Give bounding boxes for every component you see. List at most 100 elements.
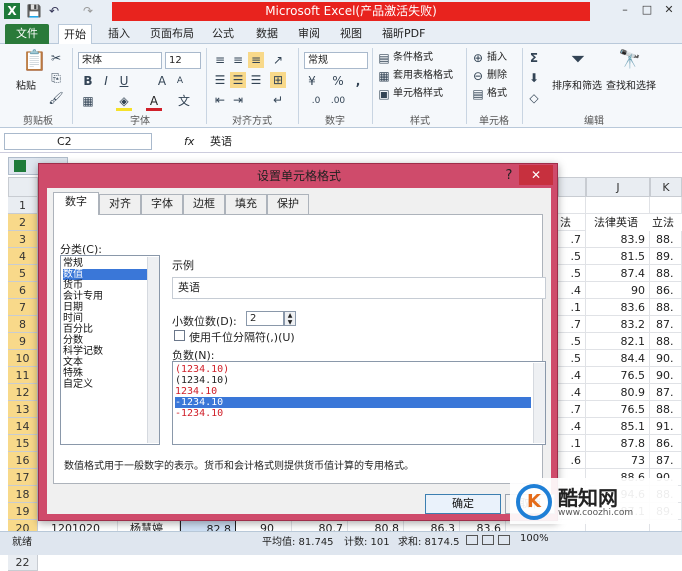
find-select-icon[interactable]: 🔭: [618, 51, 642, 76]
tab-data[interactable]: 数据: [254, 24, 280, 44]
row-header[interactable]: 22: [8, 554, 38, 571]
cell-i[interactable]: .5: [558, 333, 586, 350]
cell-i[interactable]: .7: [558, 401, 586, 418]
fill-color-icon[interactable]: ◈: [116, 93, 132, 109]
clear-icon[interactable]: ◇: [526, 90, 542, 106]
cell-k[interactable]: 88.: [650, 299, 682, 316]
insert-cells-button[interactable]: 插入: [487, 51, 507, 65]
cell-i[interactable]: .4: [558, 367, 586, 384]
negative-list-scrollbar[interactable]: [533, 363, 545, 443]
delete-cells-icon[interactable]: ⊖: [470, 68, 486, 84]
cell-i[interactable]: .4: [558, 418, 586, 435]
row-header[interactable]: 8: [8, 316, 38, 333]
cell-styles-button[interactable]: 单元格样式: [393, 87, 443, 101]
row-header[interactable]: 16: [8, 452, 38, 469]
redo-icon[interactable]: ↷: [80, 3, 96, 19]
tab-foxit-pdf[interactable]: 福昕PDF: [380, 24, 427, 44]
bold-button[interactable]: B: [80, 73, 96, 89]
merge-center-icon[interactable]: ⊞: [270, 72, 286, 88]
cell-k[interactable]: 87.: [650, 316, 682, 333]
cell-i[interactable]: .7: [558, 231, 586, 248]
conditional-format-button[interactable]: 条件格式: [393, 51, 433, 65]
cell-k[interactable]: [650, 197, 682, 214]
cell-j[interactable]: 73: [586, 452, 650, 469]
tab-insert[interactable]: 插入: [106, 24, 132, 44]
paste-button[interactable]: 粘贴: [16, 80, 36, 94]
cell-j[interactable]: 84.4: [586, 350, 650, 367]
column-header-i[interactable]: [558, 177, 586, 197]
grow-font-button[interactable]: A: [154, 73, 170, 89]
row-header[interactable]: 12: [8, 384, 38, 401]
align-center-icon[interactable]: ☰: [230, 72, 246, 88]
negative-option[interactable]: -1234.10: [175, 397, 531, 408]
row-header[interactable]: 4: [8, 248, 38, 265]
cell-styles-icon[interactable]: ▣: [376, 86, 392, 102]
column-header-k[interactable]: K: [650, 177, 682, 197]
cell-k[interactable]: 90.: [650, 350, 682, 367]
decimal-places-spinner[interactable]: ▲ ▼: [284, 311, 296, 326]
row-header[interactable]: 9: [8, 333, 38, 350]
category-item[interactable]: 自定义: [63, 379, 147, 390]
row-header[interactable]: 17: [8, 469, 38, 486]
cell-k[interactable]: 87.: [650, 384, 682, 401]
cell-i[interactable]: .5: [558, 350, 586, 367]
number-format-combo[interactable]: 常规: [304, 52, 368, 69]
insert-cells-icon[interactable]: ⊕: [470, 50, 486, 66]
align-left-icon[interactable]: ☰: [212, 72, 228, 88]
tab-formulas[interactable]: 公式: [210, 24, 236, 44]
zoom-level[interactable]: 100%: [520, 533, 549, 544]
currency-icon[interactable]: ¥: [304, 73, 320, 89]
cell-j[interactable]: [586, 197, 650, 214]
increase-indent-icon[interactable]: ⇥: [230, 92, 246, 108]
tab-review[interactable]: 审阅: [296, 24, 322, 44]
italic-button[interactable]: I: [98, 73, 114, 89]
cell-j[interactable]: 76.5: [586, 401, 650, 418]
normal-view-icon[interactable]: [466, 535, 478, 545]
cell-j[interactable]: 90: [586, 282, 650, 299]
maximize-button[interactable]: □: [636, 1, 658, 19]
negative-option[interactable]: (1234.10): [175, 364, 531, 375]
sort-filter-icon[interactable]: ⏷: [566, 51, 590, 76]
phonetic-icon[interactable]: 文: [176, 93, 192, 109]
autosum-icon[interactable]: Σ: [526, 50, 542, 66]
tab-alignment[interactable]: 对齐: [99, 194, 141, 214]
row-header[interactable]: 18: [8, 486, 38, 503]
cell-i[interactable]: [558, 197, 586, 214]
minimize-button[interactable]: –: [614, 1, 636, 19]
category-item[interactable]: 数值: [63, 269, 147, 280]
cell-i[interactable]: .1: [558, 435, 586, 452]
align-top-icon[interactable]: ≡: [212, 52, 228, 68]
row-header[interactable]: 14: [8, 418, 38, 435]
align-middle-icon[interactable]: ≡: [230, 52, 246, 68]
tab-view[interactable]: 视图: [338, 24, 364, 44]
row-header[interactable]: 3: [8, 231, 38, 248]
table-format-button[interactable]: 套用表格格式: [393, 69, 453, 83]
category-scrollbar[interactable]: [147, 257, 159, 443]
cell-j[interactable]: 80.9: [586, 384, 650, 401]
category-item[interactable]: 分数: [63, 335, 147, 346]
cell-j[interactable]: 81.5: [586, 248, 650, 265]
category-item[interactable]: 文本: [63, 357, 147, 368]
dialog-close-button[interactable]: ✕: [519, 165, 553, 185]
cell-i[interactable]: .4: [558, 282, 586, 299]
delete-cells-button[interactable]: 删除: [487, 69, 507, 83]
underline-button[interactable]: U: [116, 73, 132, 89]
cell-k[interactable]: 87.: [650, 452, 682, 469]
paste-icon[interactable]: 📋: [22, 50, 47, 76]
orientation-icon[interactable]: ↗: [270, 52, 286, 68]
dialog-help-button[interactable]: ?: [499, 166, 519, 186]
format-cells-icon[interactable]: ▤: [470, 86, 486, 102]
formula-input[interactable]: 英语: [210, 133, 232, 150]
sort-filter-button[interactable]: 排序和筛选: [552, 80, 602, 94]
row-header[interactable]: 2: [8, 214, 38, 231]
cell-j[interactable]: 85.1: [586, 418, 650, 435]
row-header[interactable]: 10: [8, 350, 38, 367]
cell-i[interactable]: .7: [558, 316, 586, 333]
category-list[interactable]: 常规 数值 货币 会计专用 日期 时间 百分比 分数 科学记数 文本 特殊 自定义: [60, 255, 160, 445]
row-header[interactable]: 11: [8, 367, 38, 384]
negative-numbers-list[interactable]: (1234.10) (1234.10) 1234.10 -1234.10 -1234.1…: [172, 361, 546, 445]
cell-k[interactable]: 86.: [650, 435, 682, 452]
borders-icon[interactable]: ▦: [80, 93, 96, 109]
row-header[interactable]: 5: [8, 265, 38, 282]
negative-option[interactable]: (1234.10): [175, 375, 531, 386]
